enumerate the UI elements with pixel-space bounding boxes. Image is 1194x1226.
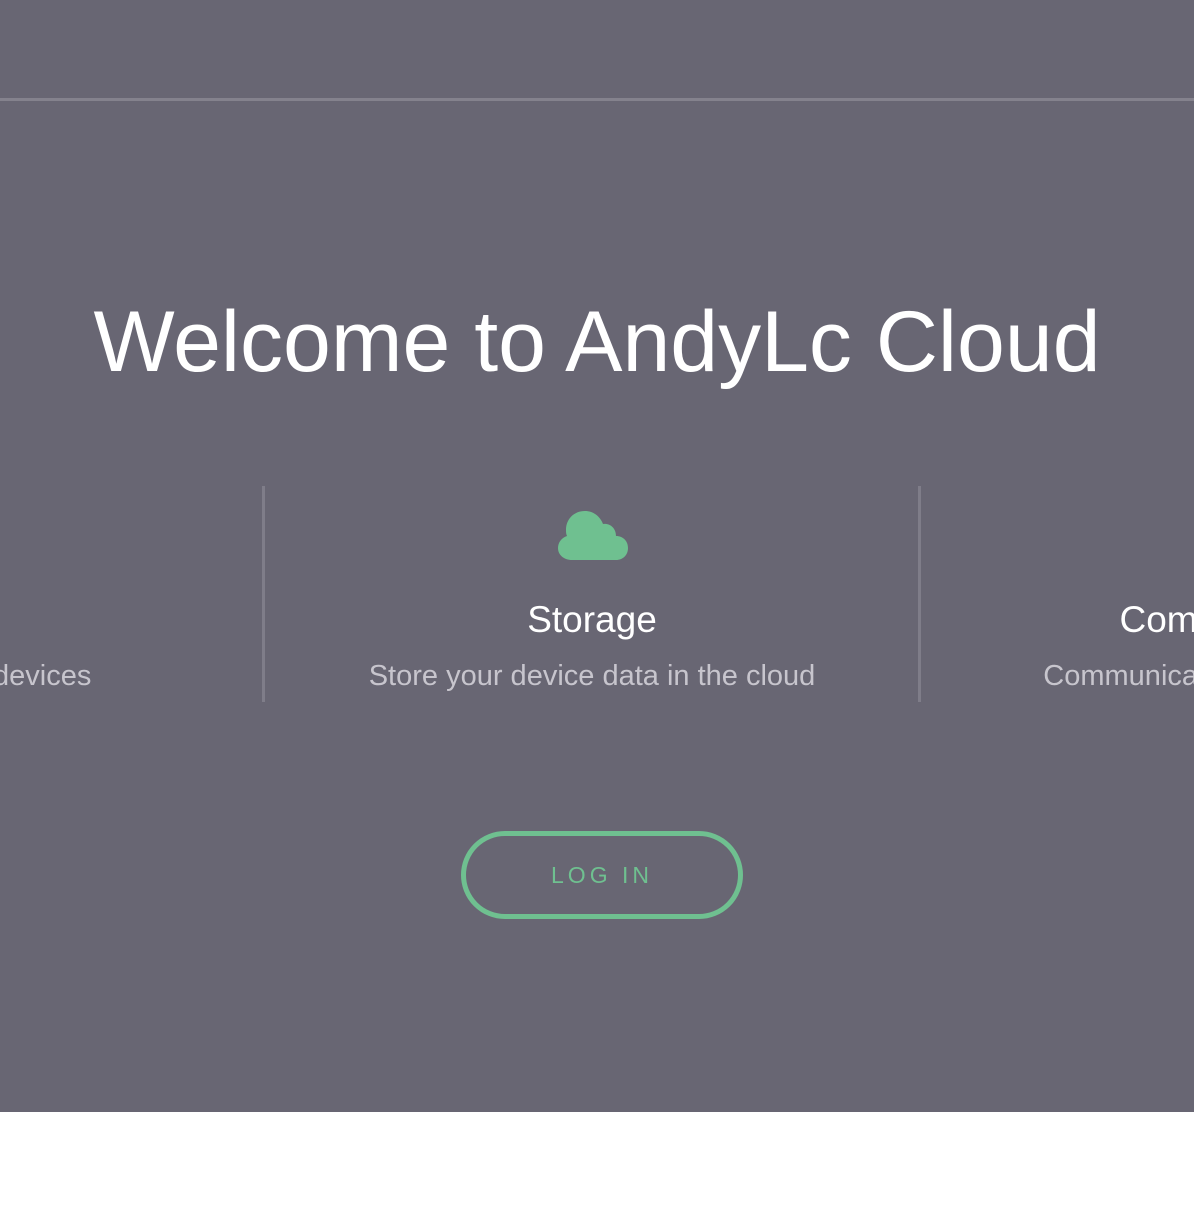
feature-card-communication: Communication Communicate with your devi… [920, 486, 1194, 702]
feature-card-storage: Storage Store your device data in the cl… [264, 486, 920, 702]
welcome-title: Welcome to AndyLc Cloud [93, 294, 1101, 390]
feature-title: Storage [527, 599, 657, 640]
header-divider [0, 98, 1194, 101]
cloud-icon [558, 511, 628, 560]
feature-title: Devices [0, 596, 263, 644]
feature-description: Manage all your devices [0, 660, 92, 692]
hero-section: Welcome to AndyLc Cloud Devices Manage a… [0, 0, 1194, 1112]
feature-title: Communication [1119, 599, 1194, 640]
features-carousel[interactable]: Devices Manage all your devices Storage … [0, 486, 1194, 702]
feature-description: Communicate with your devices [1043, 660, 1194, 692]
feature-description: Store your device data in the cloud [368, 660, 816, 692]
login-button[interactable]: LOG IN [461, 831, 743, 919]
feature-card-devices: Devices Manage all your devices [0, 486, 263, 702]
